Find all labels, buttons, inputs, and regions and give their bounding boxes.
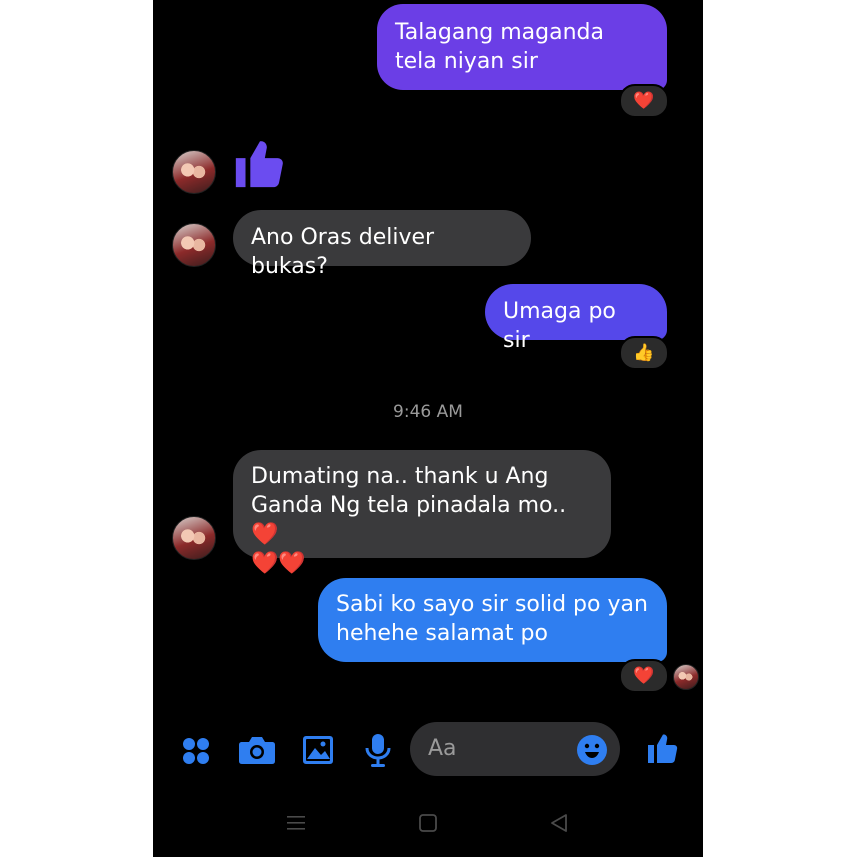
heart-icon: ❤️ [633, 666, 655, 686]
emoji-icon[interactable] [576, 734, 608, 766]
apps-grid-icon[interactable] [181, 736, 211, 766]
timestamp: 9:46 AM [393, 402, 463, 422]
message-outgoing[interactable]: Umaga po sir [485, 284, 667, 353]
thumbs-up-icon [235, 141, 283, 188]
heart-emoji: ❤️ [251, 522, 279, 547]
thumbs-up-reaction[interactable]: 👍 [619, 336, 669, 370]
back-key-icon[interactable] [549, 813, 569, 833]
message-text: Dumating na.. thank u Ang Ganda Ng tela … [251, 464, 567, 518]
thumbs-up-icon[interactable] [645, 729, 681, 767]
microphone-icon[interactable] [364, 732, 392, 768]
heart-emoji-pair: ❤️❤️ [251, 551, 306, 576]
heart-reaction[interactable]: ❤️ [619, 659, 669, 693]
message-input[interactable]: Aa [410, 722, 620, 776]
message-text: Ano Oras deliver bukas? [251, 225, 435, 279]
message-outgoing[interactable]: Talagang maganda tela niyan sir [377, 4, 667, 90]
heart-icon: ❤️ [633, 91, 655, 111]
avatar[interactable] [172, 150, 216, 194]
message-incoming[interactable]: Ano Oras deliver bukas? [233, 210, 531, 279]
avatar[interactable] [172, 223, 216, 267]
thumbs-up-icon: 👍 [633, 343, 655, 363]
message-outgoing[interactable]: Sabi ko sayo sir solid po yan hehehe sal… [318, 578, 667, 662]
message-text: Sabi ko sayo sir solid po yan hehehe sal… [336, 592, 648, 646]
message-text: Talagang maganda tela niyan sir [395, 20, 604, 74]
seen-avatar [673, 664, 699, 690]
message-incoming[interactable]: Dumating na.. thank u Ang Ganda Ng tela … [233, 450, 611, 576]
home-key-icon[interactable] [418, 813, 438, 833]
heart-reaction[interactable]: ❤️ [619, 84, 669, 118]
image-icon[interactable] [301, 734, 335, 766]
avatar[interactable] [172, 516, 216, 560]
message-placeholder: Aa [428, 736, 457, 761]
message-text: Umaga po sir [503, 299, 616, 353]
camera-icon[interactable] [238, 734, 276, 766]
menu-key-icon[interactable] [286, 813, 306, 833]
messenger-screen: Talagang maganda tela niyan sir ❤️ Ano O… [153, 0, 703, 857]
